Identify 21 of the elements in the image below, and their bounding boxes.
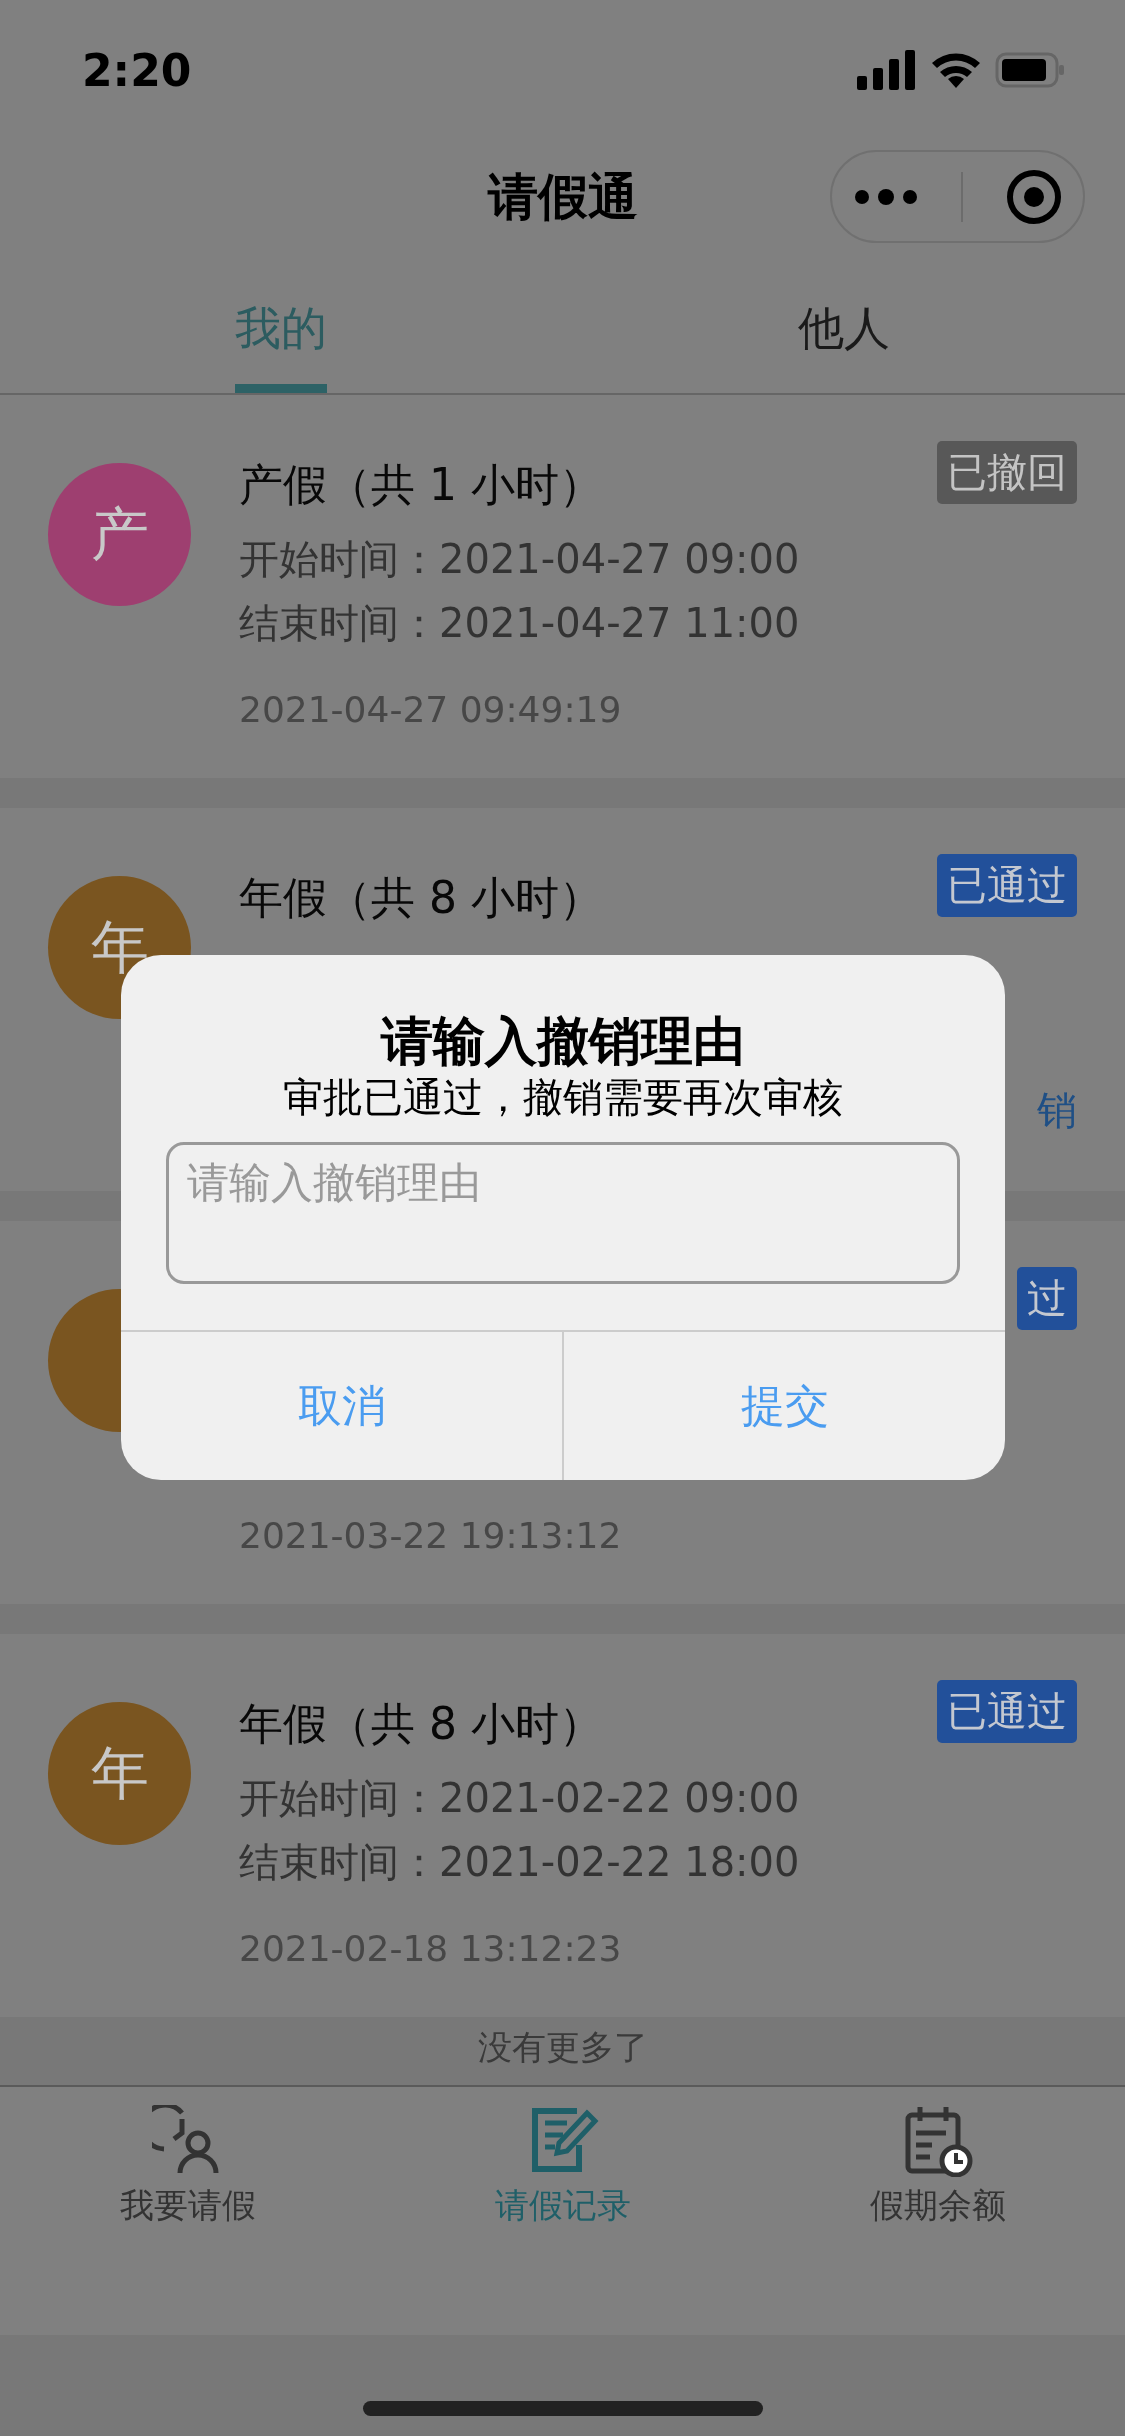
record-title: 年假（共 8 小时） [239,871,603,925]
submitted-time: 2021-02-18 13:12:23 [239,1927,623,1971]
time-range-text: 开始时间：2021-04-27 09:00 [239,535,801,584]
submitted-time: 2021-04-27 09:49:19 [239,688,623,732]
page-title: 请假通 [487,167,638,228]
status-badge: 过 [1017,1267,1077,1330]
avatar: 产 [48,463,191,606]
submitted-time: 2021-03-22 19:13:12 [239,1514,623,1558]
status-time: 2:20 [82,44,192,96]
record-title: 产假（共 1 小时） [239,458,603,512]
record-title: 年假（共 8 小时） [239,1697,603,1751]
time-range-text: 结束时间：2021-02-22 18:00 [239,1838,801,1887]
status-badge: 已撤回 [937,441,1077,504]
avatar: 年 [48,1702,191,1845]
dialog-title: 请输入撤销理由 [381,1010,745,1072]
time-range-text: 开始时间：2021-02-22 09:00 [239,1774,801,1823]
status-badge: 已通过 [937,854,1077,917]
dialog-message: 审批已通过，撤销需要再次审核 [283,1073,843,1122]
time-range-text: 结束时间：2021-04-27 11:00 [239,599,801,648]
status-badge: 已通过 [937,1680,1077,1743]
end-of-list-text: 没有更多了 [476,2026,649,2069]
